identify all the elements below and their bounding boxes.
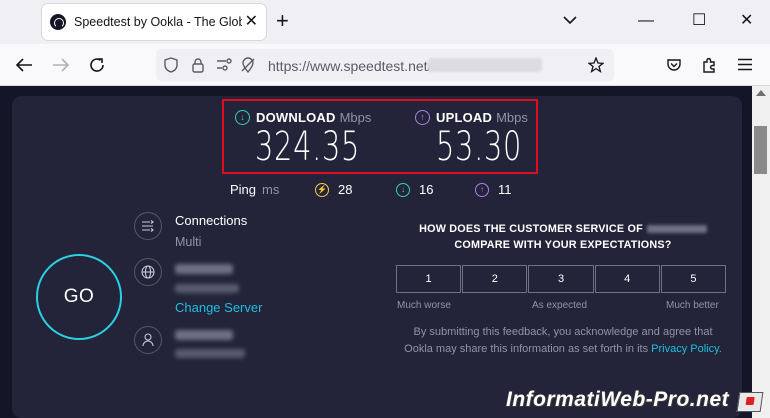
survey-question-text-1: HOW DOES THE CUSTOMER SERVICE OF [419,223,643,235]
user-icon [134,326,162,354]
back-button[interactable] [12,53,36,77]
rating-mid-label: As expected [532,300,588,311]
upload-unit: Mbps [496,110,528,125]
connections-mode: Multi [175,235,202,249]
ping-idle-value: 28 [338,182,353,197]
rating-button-3[interactable]: 3 [528,265,594,293]
close-window-button[interactable]: ✕ [740,10,753,32]
provider-name-redacted [175,330,233,340]
bookmark-star-icon[interactable] [588,57,604,73]
browser-tab-speedtest[interactable]: Speedtest by Ookla - The Global Broadban… [42,4,266,40]
site-watermark: InformatiWeb-Pro.net [506,388,730,411]
maximize-button[interactable]: ☐ [692,10,706,32]
tracking-protection-shield-icon[interactable] [164,57,178,73]
rating-scale: 1 2 3 4 5 [396,265,727,293]
rating-button-1[interactable]: 1 [396,265,462,293]
rating-low-label: Much worse [397,300,451,311]
ping-lightning-icon: ⚡ [315,182,329,197]
url-host: speedtest.net/ [343,58,432,74]
tab-strip: Speedtest by Ookla - The Global Broadban… [0,0,770,44]
tab-close-icon[interactable]: ✕ [245,14,258,30]
disclaimer-line2: Ookla may share this information as set … [404,343,649,355]
change-server-link[interactable]: Change Server [175,300,262,315]
ping-down-arrow-icon: ↓ [396,182,410,197]
scroll-up-arrow-icon[interactable] [756,90,766,96]
new-tab-button[interactable]: + [276,10,289,32]
tab-list-chevron-icon[interactable] [563,15,577,25]
watermark-logo-icon [736,392,764,412]
ping-download: ↓ 16 [396,182,433,197]
connections-icon [134,212,162,240]
privacy-policy-link[interactable]: Privacy Policy [651,343,719,355]
pocket-icon[interactable] [666,57,682,73]
download-label: DOWNLOAD [256,110,336,125]
ping-unit: ms [262,182,280,197]
reload-icon [90,58,104,72]
speedtest-favicon-icon [50,14,66,30]
globe-icon [134,258,162,286]
server-location-redacted [175,284,239,293]
minimize-button[interactable]: — [638,10,654,32]
ping-upload: ↑ 11 [475,182,512,197]
feedback-disclaimer: By submitting this feedback, you acknowl… [396,324,730,358]
survey-question-line2: COMPARE WITH YOUR EXPECTATIONS? [454,239,672,251]
reload-button[interactable] [85,53,109,77]
ping-idle: ⚡ 28 [315,182,352,197]
download-value: 324.35 [255,124,361,170]
rating-button-5[interactable]: 5 [660,265,727,293]
forward-arrow-icon [53,58,70,72]
extensions-icon[interactable] [701,56,718,73]
server-name-redacted [175,264,233,274]
ping-download-value: 16 [419,182,434,197]
arrow-up-circle-icon: ↑ [415,110,430,125]
rating-button-4[interactable]: 4 [594,265,660,293]
url-text: https://www.speedtest.net/ [268,58,431,74]
navigation-toolbar: https://www.speedtest.net/ [0,44,770,86]
connections-title: Connections [175,213,248,228]
url-protocol: https://www. [268,58,344,74]
rating-button-2[interactable]: 2 [462,265,528,293]
disclaimer-line1: By submitting this feedback, you acknowl… [413,326,713,338]
rating-high-label: Much better [666,300,719,311]
lock-icon[interactable] [192,57,204,73]
tab-title: Speedtest by Ookla - The Global Broadban… [74,15,242,29]
scrollbar-thumb[interactable] [754,126,767,174]
ping-upload-value: 11 [498,182,512,197]
provider-ip-redacted [175,349,245,358]
ping-up-arrow-icon: ↑ [475,182,489,197]
ping-row: Ping ms [230,182,279,197]
url-redacted-path [428,58,542,72]
survey-question-line1: HOW DOES THE CUSTOMER SERVICE OF [396,223,730,235]
arrow-down-circle-icon: ↓ [235,110,250,125]
upload-label: UPLOAD [436,110,493,125]
disclaimer-period: . [718,343,722,355]
download-header: ↓ DOWNLOAD Mbps [235,110,371,125]
upload-value: 53.30 [436,124,523,170]
address-bar[interactable]: https://www.speedtest.net/ [156,49,614,81]
ping-label: Ping [230,182,257,197]
back-arrow-icon [15,58,32,72]
download-unit: Mbps [339,110,372,125]
go-button[interactable]: GO [36,254,122,340]
forward-button[interactable] [49,53,73,77]
isp-name-redacted [646,225,707,234]
menu-hamburger-icon[interactable] [737,58,753,71]
permissions-icon[interactable] [216,58,234,72]
location-blocked-icon[interactable] [240,57,256,73]
upload-header: ↑ UPLOAD Mbps [415,110,528,125]
